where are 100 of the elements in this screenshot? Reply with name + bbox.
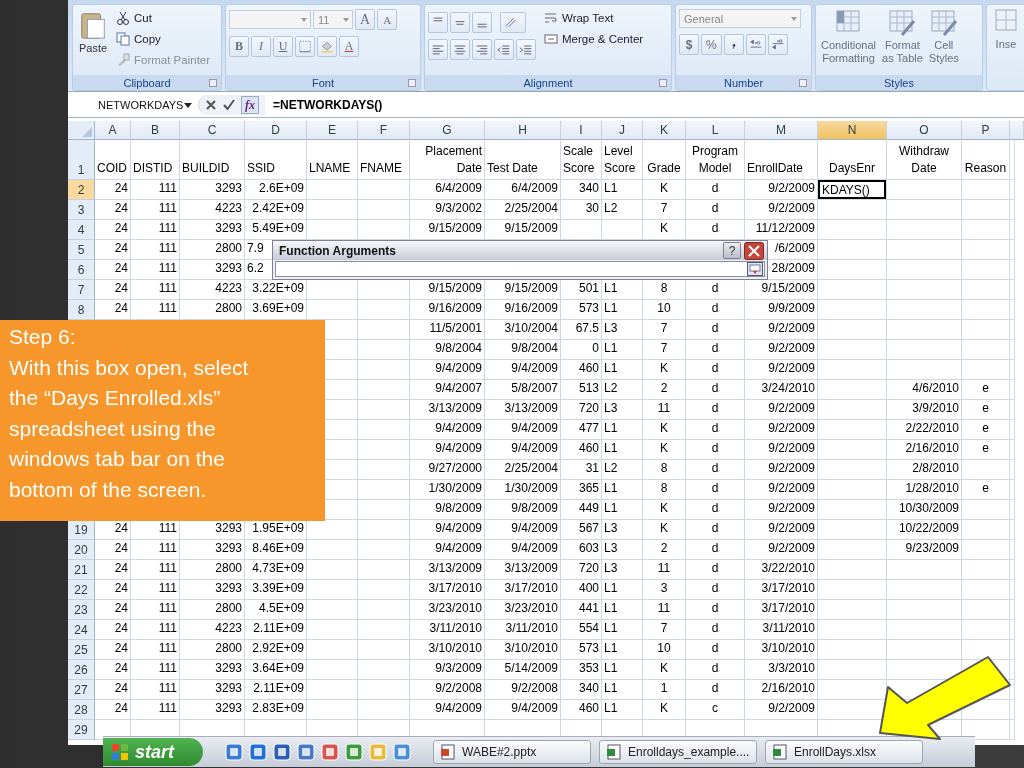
row-header[interactable]: 1 <box>68 140 95 180</box>
styles-button[interactable]: Cell Styles <box>926 9 961 75</box>
row-header[interactable]: 3 <box>68 200 95 220</box>
cut-button[interactable]: Cut <box>114 8 213 28</box>
row-header[interactable]: 26 <box>68 660 95 680</box>
table-cell: 3/24/2010 <box>745 380 818 400</box>
app-icon[interactable] <box>321 743 339 761</box>
table-cell: d <box>686 580 745 600</box>
column-header[interactable]: I <box>561 121 602 140</box>
row-header[interactable]: 23 <box>68 600 95 620</box>
row-header[interactable]: 2 <box>68 180 95 200</box>
column-header[interactable]: N <box>818 121 887 140</box>
row-header[interactable]: 28 <box>68 700 95 720</box>
column-header[interactable]: C <box>180 121 245 140</box>
column-header[interactable]: L <box>686 121 745 140</box>
row-header[interactable]: 24 <box>68 620 95 640</box>
dialog-launcher-icon[interactable] <box>209 79 217 87</box>
increase-indent-icon[interactable] <box>516 39 536 60</box>
table-cell: 7 <box>643 320 686 340</box>
column-header[interactable]: J <box>602 121 643 140</box>
styles-button[interactable]: Conditional Formatting <box>819 9 879 75</box>
empty-cell <box>358 580 410 600</box>
insert-function-button[interactable]: fx <box>241 96 259 114</box>
empty-cell <box>818 540 887 560</box>
row-header[interactable]: 5 <box>68 240 95 260</box>
row-header[interactable]: 29 <box>68 720 95 740</box>
currency-button[interactable]: $ <box>679 34 699 55</box>
column-header[interactable]: F <box>358 121 410 140</box>
formula-field[interactable]: =NETWORKDAYS() <box>265 98 383 112</box>
increase-decimal-icon[interactable] <box>745 34 766 55</box>
table-cell: Level Score <box>602 140 643 180</box>
app-icon[interactable] <box>273 743 291 761</box>
paste-button[interactable]: Paste <box>76 8 110 75</box>
column-header[interactable]: G <box>410 121 485 140</box>
fill-bucket-icon[interactable] <box>317 36 337 57</box>
dialog-launcher-icon[interactable] <box>408 79 416 87</box>
cancel-icon[interactable] <box>205 99 217 111</box>
copy-button[interactable]: Copy <box>114 29 213 49</box>
row-header[interactable]: 25 <box>68 640 95 660</box>
column-header[interactable]: E <box>307 121 358 140</box>
dialog-launcher-icon[interactable] <box>799 79 807 87</box>
row-header[interactable]: 27 <box>68 680 95 700</box>
column-header[interactable]: B <box>131 121 180 140</box>
collapse-dialog-icon[interactable] <box>747 262 763 276</box>
app-icon[interactable] <box>345 743 363 761</box>
orientation-icon[interactable] <box>500 12 526 33</box>
decrease-decimal-icon[interactable] <box>767 34 788 55</box>
decrease-indent-icon[interactable] <box>494 39 514 60</box>
taskbar-button[interactable]: Enrolldays_example.... <box>599 740 757 764</box>
wrap-text-button[interactable]: Wrap Text <box>542 8 646 28</box>
row-header[interactable]: 4 <box>68 220 95 240</box>
row-header[interactable]: 7 <box>68 280 95 300</box>
column-header[interactable]: H <box>485 121 561 140</box>
column-header[interactable]: A <box>95 121 131 140</box>
styles-button[interactable]: Format as Table <box>880 9 925 75</box>
underline-button[interactable]: U <box>273 36 293 57</box>
taskbar-button[interactable]: EnrollDays.xlsx <box>765 740 923 764</box>
close-icon[interactable] <box>744 241 764 260</box>
column-header[interactable]: O <box>887 121 962 140</box>
grow-font-button[interactable]: A <box>355 9 376 30</box>
empty-cell <box>818 400 887 420</box>
column-header[interactable]: P <box>962 121 1010 140</box>
font-color-button[interactable]: A <box>339 36 359 57</box>
check-icon[interactable] <box>223 99 235 111</box>
bold-button[interactable]: B <box>229 36 249 57</box>
column-header[interactable]: K <box>643 121 686 140</box>
shrink-font-button[interactable]: A <box>377 9 398 30</box>
column-header[interactable] <box>1010 121 1024 140</box>
align-right-icon[interactable] <box>472 39 492 60</box>
row-header[interactable]: 22 <box>68 580 95 600</box>
row-header[interactable]: 6 <box>68 260 95 280</box>
help-button[interactable]: ? <box>723 242 741 259</box>
row-header[interactable]: 8 <box>68 300 95 320</box>
column-header[interactable]: D <box>245 121 307 140</box>
align-middle-icon[interactable] <box>450 12 470 33</box>
app-icon[interactable] <box>249 743 267 761</box>
table-cell: 9/16/2009 <box>410 300 485 320</box>
align-left-icon[interactable] <box>428 39 448 60</box>
align-top-icon[interactable] <box>428 12 448 33</box>
name-box[interactable]: NETWORKDAYS <box>68 95 198 115</box>
row-header[interactable]: 21 <box>68 560 95 580</box>
align-bottom-icon[interactable] <box>472 12 492 33</box>
argument-field[interactable] <box>275 261 765 277</box>
app-icon[interactable] <box>225 743 243 761</box>
app-icon[interactable] <box>297 743 315 761</box>
comma-style-icon[interactable] <box>723 34 744 55</box>
percent-button[interactable]: % <box>701 34 722 55</box>
row-header[interactable]: 19 <box>68 520 95 540</box>
table-cell: K <box>643 520 686 540</box>
italic-button[interactable]: I <box>251 36 271 57</box>
merge-center-button[interactable]: Merge & Center <box>542 29 646 49</box>
insert-button[interactable]: Inse <box>990 8 1022 90</box>
row-header[interactable]: 20 <box>68 540 95 560</box>
app-icon[interactable] <box>393 743 411 761</box>
align-center-icon[interactable] <box>450 39 470 60</box>
font-name-field[interactable] <box>229 10 311 29</box>
dialog-launcher-icon[interactable] <box>659 79 667 87</box>
taskbar-button[interactable]: WABE#2.pptx <box>433 740 591 764</box>
borders-icon[interactable] <box>295 36 315 57</box>
column-header[interactable]: M <box>745 121 818 140</box>
